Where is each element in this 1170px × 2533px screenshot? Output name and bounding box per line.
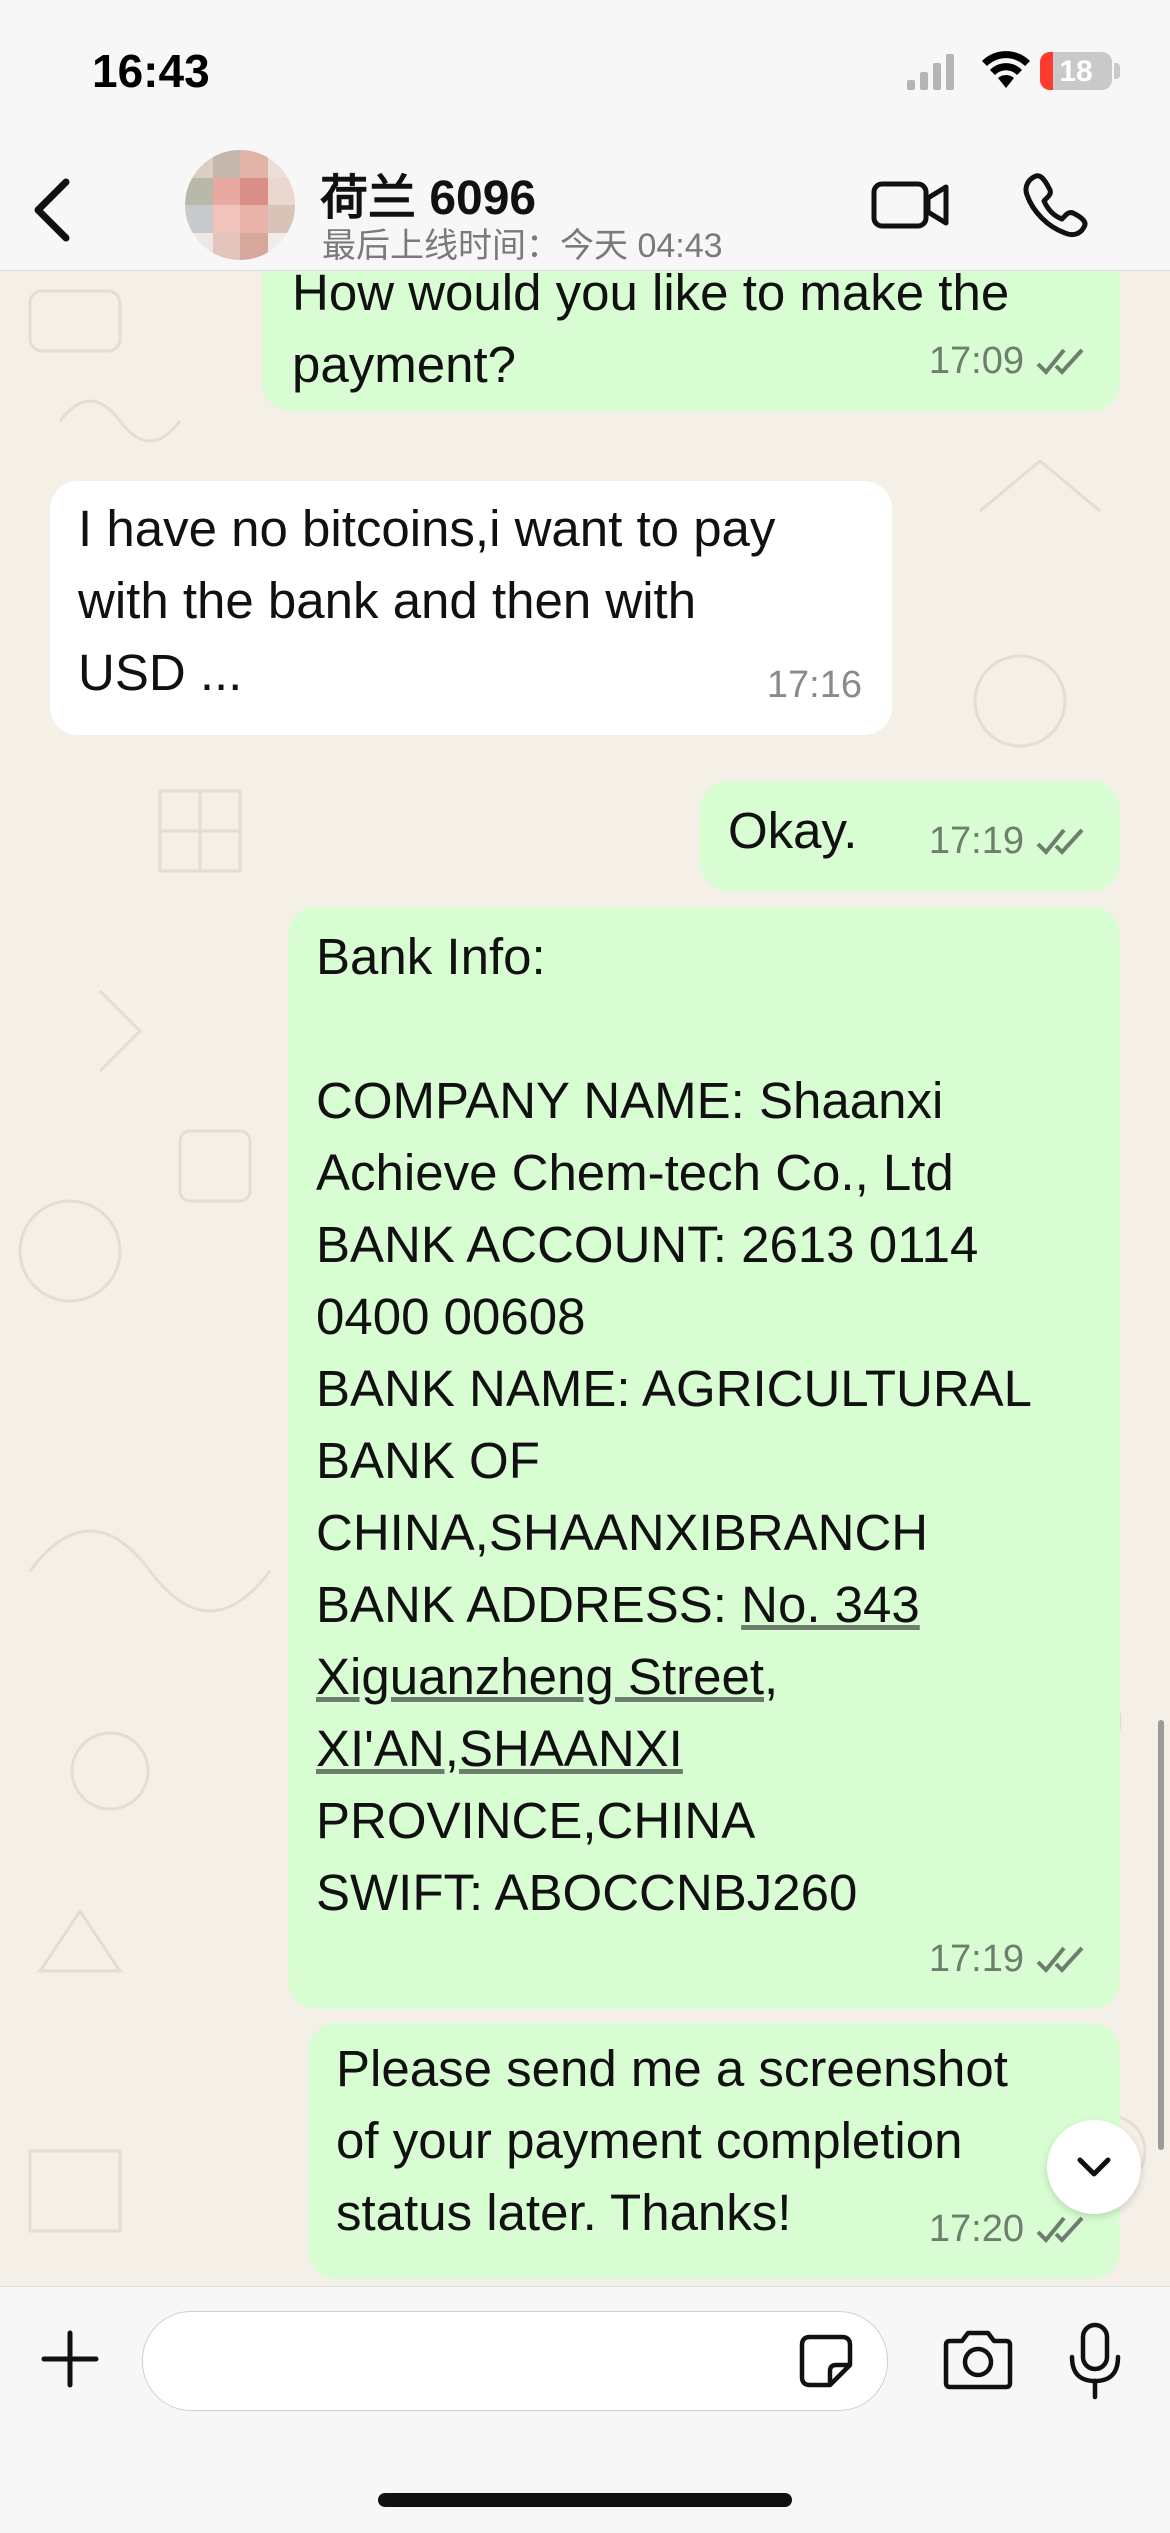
- message-text: Okay.: [728, 802, 858, 859]
- scrollbar[interactable]: [1158, 1720, 1164, 2150]
- message-bubble-outgoing[interactable]: Please send me a screenshot of your paym…: [308, 2023, 1120, 2279]
- address-link[interactable]: No. 343: [741, 1576, 920, 1633]
- double-check-read-icon: [1036, 1946, 1084, 1973]
- message-meta: 17:19: [929, 1923, 1090, 1995]
- status-time: 16:43: [92, 45, 210, 97]
- avatar[interactable]: [185, 150, 295, 260]
- composer-bar: [0, 2286, 1170, 2533]
- message-bubble-outgoing[interactable]: Bank Info: COMPANY NAME: Shaanxi Achieve…: [288, 907, 1120, 2009]
- battery-percent: 18: [1059, 55, 1093, 88]
- message-time: 17:16: [766, 664, 862, 706]
- chat-header: 荷兰 6096 最后上线时间：今天 04:43: [0, 140, 1170, 271]
- address-link[interactable]: XI'AN,SHAANXI: [316, 1720, 683, 1777]
- message-meta: 17:16: [767, 649, 862, 721]
- message-bubble-outgoing[interactable]: How would you like to make the payment? …: [262, 271, 1120, 411]
- message-text: I have no bitcoins,i want to pay with th…: [78, 500, 776, 701]
- message-bubble-incoming[interactable]: I have no bitcoins,i want to pay with th…: [50, 481, 892, 735]
- message-meta: 17:19: [929, 805, 1090, 877]
- double-check-read-icon: [1036, 348, 1084, 375]
- back-chevron-icon[interactable]: [22, 170, 82, 250]
- scroll-to-bottom-button[interactable]: [1047, 2120, 1141, 2214]
- plus-icon[interactable]: [40, 2329, 100, 2389]
- message-input[interactable]: [142, 2311, 888, 2411]
- camera-icon[interactable]: [940, 2329, 1016, 2391]
- bank-info-text: Bank Info: COMPANY NAME: Shaanxi Achieve…: [316, 928, 1033, 1633]
- double-check-read-icon: [1036, 828, 1084, 855]
- bank-info-text: PROVINCE,CHINA SWIFT: ABOCCNBJ260: [316, 1792, 858, 1921]
- address-link[interactable]: Xiguanzheng Street: [316, 1648, 764, 1705]
- last-seen-status: 最后上线时间：今天 04:43: [322, 227, 723, 265]
- message-list[interactable]: How would you like to make the payment? …: [0, 271, 1170, 2286]
- message-bubble-outgoing[interactable]: Okay. 17:19: [700, 781, 1120, 891]
- battery-icon: 18: [1040, 52, 1112, 90]
- message-time: 17:19: [928, 1938, 1024, 1980]
- status-bar: 16:43 18: [0, 0, 1170, 140]
- scroll-down-chevron-icon: [1077, 2157, 1111, 2177]
- message-time: 17:19: [928, 820, 1024, 862]
- home-indicator: [378, 2493, 792, 2507]
- video-call-icon[interactable]: [870, 170, 950, 240]
- message-text: How would you like to make the payment?: [292, 271, 1010, 393]
- wifi-icon: [982, 51, 1030, 88]
- double-check-read-icon: [1036, 2216, 1084, 2243]
- message-time: 17:09: [928, 340, 1024, 382]
- message-text: Bank Info: COMPANY NAME: Shaanxi Achieve…: [316, 921, 1032, 1929]
- address-comma: ,: [764, 1648, 779, 1705]
- message-meta: 17:09: [929, 325, 1090, 397]
- cellular-signal-icon: [907, 54, 954, 90]
- battery-tip: [1114, 63, 1120, 79]
- phone-call-icon[interactable]: [1020, 170, 1090, 240]
- message-text: Please send me a screenshot of your paym…: [336, 2040, 1008, 2241]
- sticker-icon[interactable]: [796, 2331, 856, 2391]
- message-time: 17:20: [928, 2208, 1024, 2250]
- microphone-icon[interactable]: [1066, 2321, 1124, 2401]
